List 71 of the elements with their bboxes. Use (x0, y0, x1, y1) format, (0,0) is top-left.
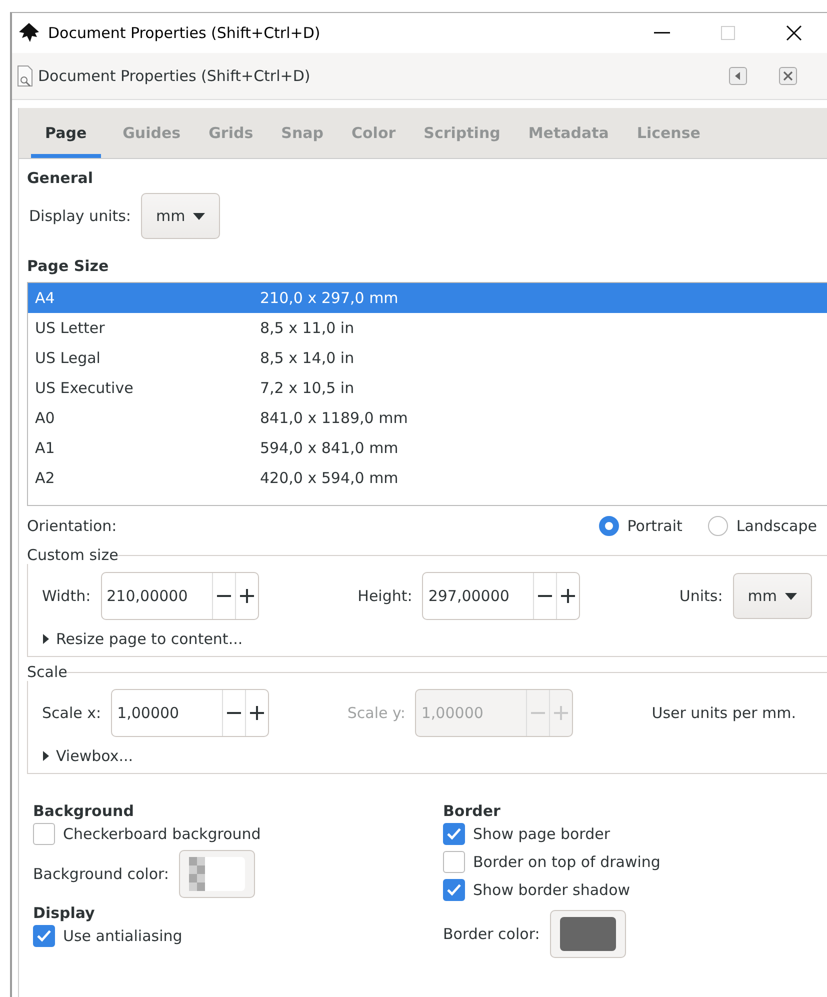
field-label: Display units: (29, 207, 131, 225)
section-heading: General (27, 169, 94, 187)
field-label: Units: (679, 587, 723, 605)
units-dropdown[interactable]: mm (732, 573, 812, 619)
expander-triangle-icon (42, 634, 50, 644)
radio-label: Portrait (627, 517, 682, 535)
section-heading: Display (33, 904, 96, 922)
units-note: User units per mm. (652, 704, 796, 722)
field-label: Scale y: (347, 704, 406, 722)
field-label: Scale x: (42, 704, 102, 722)
field-label: Height: (358, 587, 412, 605)
close-icon (783, 71, 793, 81)
window-title: Document Properties (Shift+Ctrl+D) (48, 24, 322, 42)
border-color-button[interactable] (550, 910, 626, 958)
plus-icon (250, 706, 264, 720)
checkbox[interactable] (33, 925, 55, 947)
caret-icon (784, 592, 797, 600)
units-dropdown[interactable]: mm (141, 193, 220, 239)
group-legend: Scale (27, 663, 68, 681)
number-input[interactable]: 210,00000 (102, 573, 212, 619)
field-label: Orientation: (27, 517, 117, 535)
check-icon (447, 828, 461, 840)
number-input[interactable]: 297,00000 (423, 573, 534, 619)
dock-title: Document Properties (Shift+Ctrl+D) (38, 67, 312, 85)
triangle-left-icon (734, 72, 742, 80)
document-properties-icon (16, 65, 34, 87)
section-heading: Page Size (27, 257, 110, 275)
field-label: Width: (42, 587, 91, 605)
close-icon (786, 25, 802, 41)
radio-button[interactable] (599, 516, 620, 536)
plus-icon (561, 589, 576, 603)
minus-icon (538, 595, 552, 597)
spin-field[interactable]: 297,00000 (422, 572, 580, 620)
checkbox[interactable] (443, 879, 465, 901)
expander-triangle-icon (42, 751, 50, 761)
check-icon (37, 930, 51, 942)
checkbox[interactable] (443, 823, 465, 845)
app-logo-icon (18, 23, 40, 43)
group-legend: Custom size (27, 546, 118, 564)
resize-expander[interactable]: Resize page to content... (42, 630, 243, 648)
checkbox-label: Checkerboard background (63, 825, 261, 843)
section-heading: Background (33, 802, 135, 820)
plus-icon (240, 589, 254, 603)
checkbox-label: Use antialiasing (63, 927, 182, 945)
collapse-button[interactable] (729, 67, 747, 85)
spin-field[interactable]: 210,00000 (100, 572, 259, 620)
checkbox-label: Show border shadow (473, 881, 630, 899)
minus-icon (531, 712, 546, 714)
minus-icon (227, 712, 242, 714)
list-row[interactable]: A4 210,0 x 297,0 mm (28, 283, 827, 313)
checkbox-label: Border on top of drawing (473, 853, 660, 871)
maximize-icon (721, 26, 735, 40)
tab[interactable]: Page (31, 108, 101, 158)
field-label: Background color: (33, 865, 169, 883)
check-icon (447, 884, 461, 896)
spin-field[interactable]: 1,00000 (111, 689, 270, 737)
radio-label: Landscape (736, 517, 817, 535)
radio-button[interactable] (708, 516, 728, 536)
minimize-icon (654, 32, 670, 34)
checkbox-label: Show page border (473, 825, 610, 843)
caret-icon (193, 212, 206, 220)
section-heading: Border (443, 802, 502, 820)
field-label: Border color: (443, 925, 540, 943)
plus-icon (554, 706, 568, 720)
checkerboard-swatch-icon (188, 857, 245, 891)
viewbox-expander[interactable]: Viewbox... (42, 747, 134, 765)
number-input[interactable]: 1,00000 (112, 690, 222, 736)
checkbox[interactable] (33, 823, 55, 845)
minus-icon (216, 595, 231, 597)
checkbox[interactable] (443, 851, 465, 873)
background-color-button[interactable] (178, 850, 255, 898)
